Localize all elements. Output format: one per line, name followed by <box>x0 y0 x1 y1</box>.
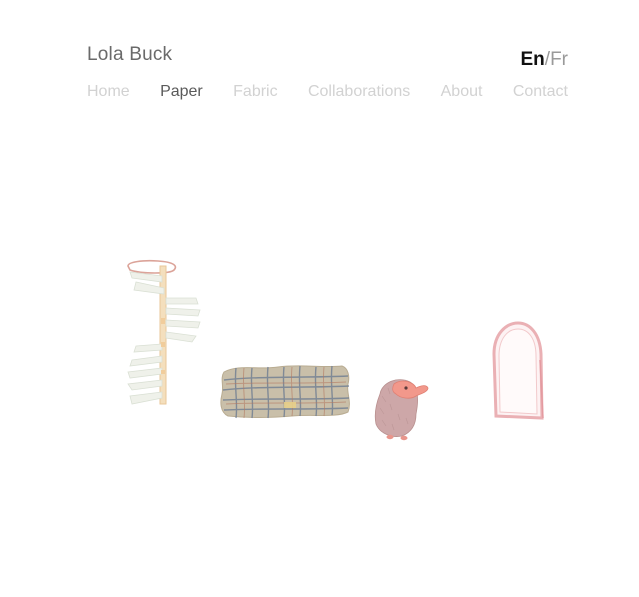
woven-cushion-illustration[interactable] <box>218 362 354 422</box>
paper-gallery <box>0 0 639 597</box>
spiral-staircase-illustration[interactable] <box>122 258 204 410</box>
hedgehog-illustration[interactable] <box>372 374 430 442</box>
arched-mirror-illustration[interactable] <box>490 320 546 424</box>
